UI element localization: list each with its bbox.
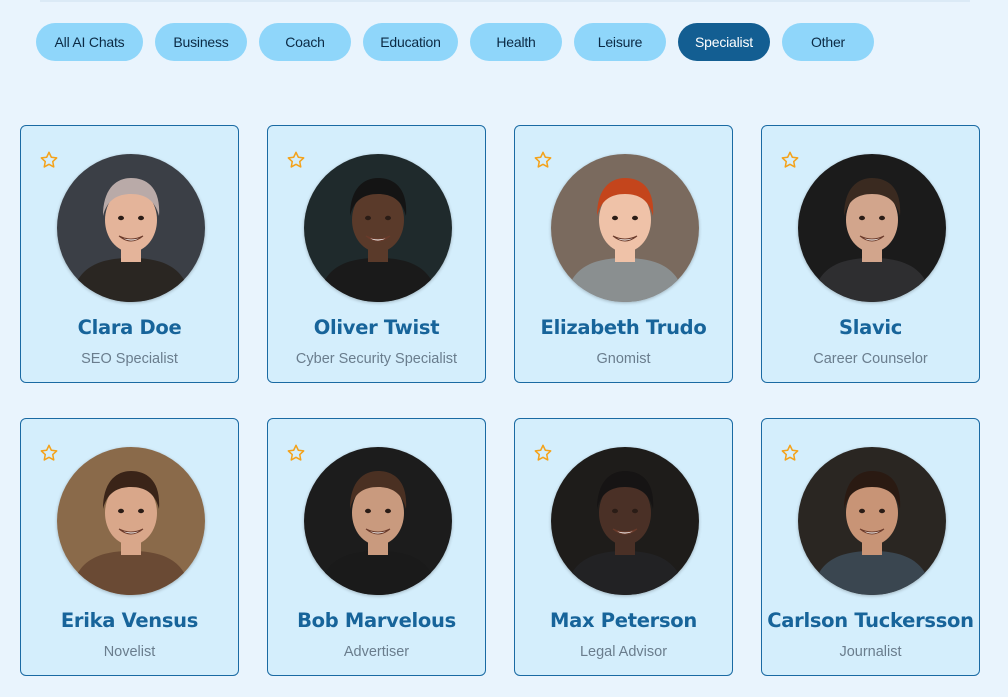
filter-other[interactable]: Other	[782, 23, 874, 61]
expert-card[interactable]: Bob Marvelous Advertiser	[267, 418, 486, 676]
expert-card[interactable]: Oliver Twist Cyber Security Specialist	[267, 125, 486, 383]
avatar	[304, 447, 452, 595]
expert-role: Advertiser	[343, 644, 410, 660]
filter-specialist[interactable]: Specialist	[678, 23, 770, 61]
expert-role: Novelist	[103, 644, 156, 660]
expert-name: Bob Marvelous	[297, 609, 456, 632]
category-filter-bar: All AI Chats Business Coach Education He…	[36, 23, 886, 61]
expert-card-grid: Clara Doe SEO Specialist Oliver Twist Cyber…	[20, 125, 980, 676]
expert-role: Journalist	[839, 644, 902, 660]
star-outline-icon[interactable]	[533, 150, 553, 170]
expert-role: Career Counselor	[813, 351, 928, 367]
expert-name: Carlson Tuckersson	[767, 609, 974, 632]
expert-role: SEO Specialist	[81, 351, 178, 367]
star-outline-icon[interactable]	[780, 443, 800, 463]
star-outline-icon[interactable]	[39, 443, 59, 463]
expert-name: Clara Doe	[77, 316, 182, 339]
avatar	[798, 447, 946, 595]
expert-name: Elizabeth Trudo	[540, 316, 707, 339]
expert-card[interactable]: Clara Doe SEO Specialist	[20, 125, 239, 383]
filter-all-ai-chats[interactable]: All AI Chats	[36, 23, 143, 61]
star-outline-icon[interactable]	[39, 150, 59, 170]
filter-coach[interactable]: Coach	[259, 23, 351, 61]
expert-role: Cyber Security Specialist	[295, 351, 458, 367]
expert-card[interactable]: Elizabeth Trudo Gnomist	[514, 125, 733, 383]
expert-name: Slavic	[838, 316, 903, 339]
expert-card[interactable]: Erika Vensus Novelist	[20, 418, 239, 676]
expert-name: Max Peterson	[550, 609, 697, 632]
star-outline-icon[interactable]	[780, 150, 800, 170]
star-outline-icon[interactable]	[286, 443, 306, 463]
expert-card[interactable]: Max Peterson Legal Advisor	[514, 418, 733, 676]
filter-education[interactable]: Education	[363, 23, 458, 61]
avatar	[57, 447, 205, 595]
expert-name: Erika Vensus	[60, 609, 199, 632]
filter-business[interactable]: Business	[155, 23, 247, 61]
avatar	[57, 154, 205, 302]
filter-leisure[interactable]: Leisure	[574, 23, 666, 61]
star-outline-icon[interactable]	[533, 443, 553, 463]
expert-role: Legal Advisor	[579, 644, 668, 660]
top-divider	[40, 0, 970, 2]
expert-name: Oliver Twist	[313, 316, 440, 339]
star-outline-icon[interactable]	[286, 150, 306, 170]
filter-health[interactable]: Health	[470, 23, 562, 61]
avatar	[304, 154, 452, 302]
avatar	[551, 447, 699, 595]
expert-role: Gnomist	[596, 351, 651, 367]
avatar	[551, 154, 699, 302]
avatar	[798, 154, 946, 302]
expert-card[interactable]: Slavic Career Counselor	[761, 125, 980, 383]
expert-card[interactable]: Carlson Tuckersson Journalist	[761, 418, 980, 676]
